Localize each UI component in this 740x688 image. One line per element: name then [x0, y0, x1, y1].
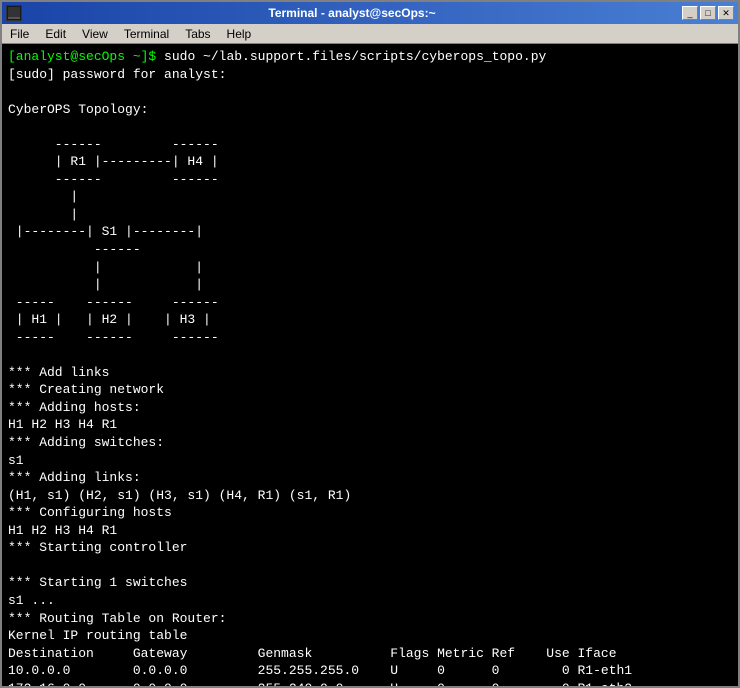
- close-button[interactable]: ✕: [718, 6, 734, 20]
- terminal-window: Terminal - analyst@secOps:~ _ □ ✕ File E…: [0, 0, 740, 688]
- menu-terminal[interactable]: Terminal: [116, 24, 177, 43]
- title-bar-left: [6, 5, 22, 21]
- title-bar: Terminal - analyst@secOps:~ _ □ ✕: [2, 2, 738, 24]
- title-bar-title: Terminal - analyst@secOps:~: [22, 6, 682, 20]
- menu-view[interactable]: View: [74, 24, 116, 43]
- terminal-content: [analyst@secOps ~]$ sudo ~/lab.support.f…: [8, 48, 732, 686]
- menu-file[interactable]: File: [2, 24, 37, 43]
- terminal-body[interactable]: [analyst@secOps ~]$ sudo ~/lab.support.f…: [2, 44, 738, 686]
- menu-tabs[interactable]: Tabs: [177, 24, 218, 43]
- minimize-button[interactable]: _: [682, 6, 698, 20]
- maximize-button[interactable]: □: [700, 6, 716, 20]
- terminal-icon: [6, 5, 22, 21]
- menu-help[interactable]: Help: [219, 24, 260, 43]
- menu-edit[interactable]: Edit: [37, 24, 74, 43]
- title-bar-buttons: _ □ ✕: [682, 6, 734, 20]
- menu-bar: File Edit View Terminal Tabs Help: [2, 24, 738, 44]
